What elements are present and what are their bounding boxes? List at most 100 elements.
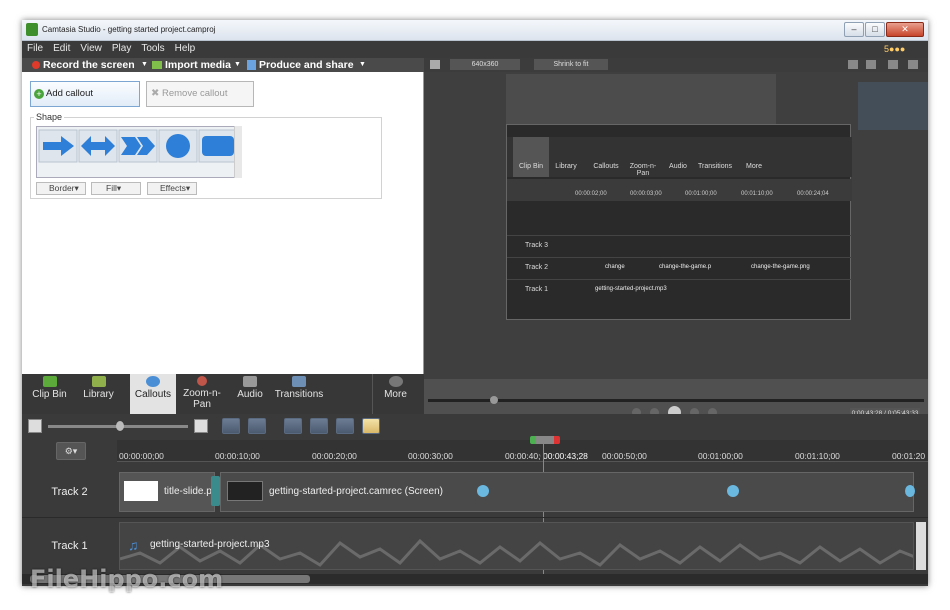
inner-tab-clip-bin: Clip Bin [513, 137, 549, 177]
effects-button[interactable]: Effects▾ [147, 182, 197, 195]
app-window: Camtasia Studio - getting started projec… [22, 20, 928, 586]
audio-clip[interactable]: ♫ getting-started-project.mp3 [119, 522, 914, 570]
time-ruler[interactable]: 00:00:00;00 00:00:10;00 00:00:20;00 00:0… [117, 440, 928, 462]
zoom-in-icon[interactable] [194, 419, 208, 433]
hand-icon[interactable] [866, 60, 876, 69]
callout-icon [146, 376, 160, 387]
tab-transitions[interactable]: Transitions [270, 374, 328, 414]
inner-tab-audio: Audio [669, 163, 687, 170]
inner-tabs: Clip Bin Library Callouts Zoom-n-Pan Aud… [507, 137, 852, 177]
expand-icon[interactable] [430, 60, 440, 69]
preview-scrubber[interactable] [428, 399, 924, 402]
video-canvas: Clip Bin Library Callouts Zoom-n-Pan Aud… [424, 72, 928, 379]
main-toolbar: Record the screen ▼ Import media ▼ Produ… [22, 58, 424, 72]
border-button[interactable]: Border▾ [36, 182, 86, 195]
transitions-icon [292, 376, 306, 387]
inner-time-3: 00:01:10;00 [741, 191, 773, 197]
redo-button[interactable] [248, 418, 266, 434]
produce-share-button[interactable]: Produce and share [259, 59, 354, 71]
tab-library[interactable]: Library [76, 374, 121, 414]
track-2: Track 2 title-slide.p getting-started-pr… [22, 468, 928, 518]
add-callout-button[interactable]: + Add callout [30, 81, 140, 107]
inner-tab-library: Library [555, 163, 577, 170]
inner-time-0: 00:00:02;00 [575, 191, 607, 197]
undo-button[interactable] [222, 418, 240, 434]
tick-6: 00:01:00;00 [698, 451, 743, 461]
import-media-button[interactable]: Import media [165, 59, 231, 71]
ghost-logo [858, 82, 928, 130]
tick-1: 00:00:10;00 [215, 451, 260, 461]
fullscreen-icon[interactable] [908, 60, 918, 69]
size-dropdown[interactable]: 640x360 [450, 59, 520, 70]
scrubber-handle[interactable] [490, 396, 498, 404]
shape-thumbnails[interactable] [37, 127, 243, 179]
zoom-marker-1[interactable] [477, 485, 489, 497]
paste-button[interactable] [362, 418, 380, 434]
zoom-marker-3[interactable] [905, 485, 915, 497]
rounded-rect-shape-icon [202, 136, 234, 156]
minimize-button[interactable]: – [844, 22, 864, 37]
detach-icon[interactable] [888, 60, 898, 69]
record-dropdown-icon[interactable]: ▼ [141, 61, 148, 68]
window-title: Camtasia Studio - getting started projec… [42, 25, 216, 34]
tick-0: 00:00:00;00 [119, 451, 164, 461]
playhead-handle[interactable] [530, 436, 560, 444]
remove-callout-label: Remove callout [162, 88, 228, 99]
tab-audio[interactable]: Audio [230, 374, 270, 414]
maximize-button[interactable]: □ [865, 22, 885, 37]
timeline: ⚙▾ 00:00:00;00 00:00:10;00 00:00:20;00 0… [22, 414, 928, 586]
shape-gallery[interactable] [36, 126, 242, 178]
split-button[interactable] [310, 418, 328, 434]
inner-tab-zoom: Zoom-n-Pan [629, 163, 657, 177]
gallery-scrollbar[interactable] [234, 126, 242, 178]
inner-track-1: Track 1 getting-started-project.mp3 [507, 279, 852, 301]
inner-track-3: Track 3 [507, 235, 852, 257]
title-slide-clip[interactable]: title-slide.p [119, 472, 215, 512]
preview-pane: 640x360 Shrink to fit Clip Bin Library C… [424, 58, 928, 419]
produce-icon [247, 60, 256, 70]
inner-time-2: 00:01:00;00 [685, 191, 717, 197]
app-icon [26, 23, 38, 36]
menu-bar: File Edit View Play Tools Help 5●●● [22, 41, 928, 58]
crop-icon[interactable] [848, 60, 858, 69]
menu-help[interactable]: Help [170, 41, 201, 54]
music-note-icon: ♫ [128, 537, 139, 553]
timeline-settings-button[interactable]: ⚙▾ [56, 442, 86, 460]
produce-dropdown-icon[interactable]: ▼ [359, 61, 366, 68]
zoom-icon [197, 376, 207, 386]
inner-track-2: Track 2 change change-the-game.p change-… [507, 257, 852, 279]
inner-ruler: 00:00:02;00 00:00:03;00 00:01:00;00 00:0… [507, 179, 852, 201]
menu-file[interactable]: File [22, 41, 48, 54]
zoom-marker-2[interactable] [727, 485, 739, 497]
tab-more[interactable]: More [372, 374, 418, 414]
remove-callout-button[interactable]: ✖ Remove callout [146, 81, 254, 107]
task-tabs: Clip Bin Library Callouts Zoom-n-Pan Aud… [22, 374, 424, 414]
fill-button[interactable]: Fill▾ [91, 182, 141, 195]
copy-button[interactable] [336, 418, 354, 434]
tab-zoom-n-pan[interactable]: Zoom-n-Pan [180, 374, 224, 414]
circle-shape-icon [166, 134, 190, 158]
close-button[interactable]: ✕ [886, 22, 924, 37]
tab-callouts[interactable]: Callouts [130, 374, 176, 414]
menu-view[interactable]: View [75, 41, 107, 54]
shape-group: Shape Border▾ Fill▾ Effects▾ [30, 112, 382, 199]
fit-dropdown[interactable]: Shrink to fit [534, 59, 608, 70]
menu-tools[interactable]: Tools [136, 41, 169, 54]
zoom-slider-handle[interactable] [116, 421, 124, 431]
import-dropdown-icon[interactable]: ▼ [234, 61, 241, 68]
cut-button[interactable] [284, 418, 302, 434]
track-2-label: Track 2 [51, 486, 88, 498]
zoom-out-icon[interactable] [28, 419, 42, 433]
ghost-window [506, 74, 776, 130]
record-screen-button[interactable]: Record the screen [43, 59, 135, 71]
screen-thumb [227, 481, 263, 501]
shape-label: Shape [34, 112, 65, 122]
menu-edit[interactable]: Edit [48, 41, 75, 54]
transition-marker[interactable] [211, 476, 220, 506]
tab-clip-bin[interactable]: Clip Bin [27, 374, 72, 414]
notification-icons[interactable]: 5●●● [884, 44, 924, 55]
menu-play[interactable]: Play [107, 41, 136, 54]
tick-7: 00:01:10;00 [795, 451, 840, 461]
screen-recording-clip[interactable]: getting-started-project.camrec (Screen) [220, 472, 915, 512]
timeline-vscrollbar[interactable] [916, 522, 926, 570]
